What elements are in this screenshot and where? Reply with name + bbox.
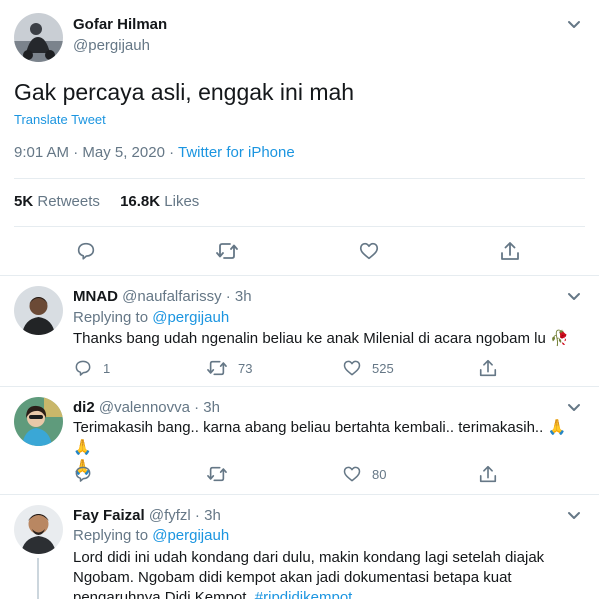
replying-to-label: Replying to [73,527,153,544]
author-name[interactable]: Fay Faizal [73,507,145,524]
divider [14,226,585,227]
hashtag-link[interactable]: #ripdidikempot [255,589,353,599]
retweets-stat[interactable]: 5K Retweets [14,193,100,210]
author-handle[interactable]: @naufalfarissy · 3h [122,288,251,305]
likes-count: 16.8K [120,193,161,210]
tweet-source[interactable]: Twitter for iPhone [178,144,295,161]
reply-count: 1 [103,360,111,376]
author-handle[interactable]: @fyfzl · 3h [149,507,221,524]
retweet-icon [216,243,238,259]
replying-to-handle[interactable]: @pergijauh [152,309,229,326]
main-tweet: Gofar Hilman @pergijauh Gak percaya asli… [0,0,599,276]
rose-emoji: 🥀 [550,330,569,347]
heart-icon [343,466,361,482]
reply-icon [75,360,91,376]
reply-header: Fay Faizal @fyfzl · 3h [73,507,221,524]
reply-button[interactable] [75,240,97,262]
share-button[interactable] [478,463,498,485]
like-count: 525 [372,360,394,376]
chevron-down-icon[interactable] [564,14,584,34]
reply-text: Lord didi ini udah kondang dari dulu, ma… [73,548,588,599]
reply-tweet[interactable]: MNAD @naufalfarissy · 3h Replying to @pe… [0,276,599,386]
tweet-stats: 5K Retweets 16.8K Likes [14,193,199,210]
retweet-button[interactable] [206,464,238,484]
author-name[interactable]: Gofar Hilman [73,16,167,33]
retweets-count: 5K [14,193,34,210]
avatar[interactable] [14,505,63,554]
retweet-count: 73 [238,360,253,376]
replying-to-handle[interactable]: @pergijauh [152,527,229,544]
like-button[interactable]: 525 [342,358,394,378]
author-name[interactable]: di2 [73,399,95,416]
reply-tweet[interactable]: di2 @valennovva · 3h Terimakasih bang.. … [0,387,599,494]
reply-button[interactable]: 1 [73,358,110,378]
avatar[interactable] [14,13,63,62]
likes-label: Likes [164,193,200,210]
likes-stat[interactable]: 16.8K Likes [120,193,199,210]
reply-text: Thanks bang udah ngenalin beliau ke anak… [73,329,569,349]
replying-to: Replying to @pergijauh [73,527,229,544]
heart-icon [359,242,379,260]
thread-line [37,558,39,599]
avatar[interactable] [14,397,63,446]
chevron-down-icon[interactable] [564,286,584,306]
retweets-label: Retweets [37,193,100,210]
reply-body: Terimakasih bang.. karna abang beliau be… [73,419,548,436]
share-button[interactable] [478,357,498,379]
reply-button[interactable] [73,464,103,484]
reply-tweet[interactable]: Fay Faizal @fyfzl · 3h Replying to @perg… [0,495,599,599]
reply-body: Thanks bang udah ngenalin beliau ke anak… [73,330,550,347]
retweet-icon [207,466,227,482]
translate-tweet-link[interactable]: Translate Tweet [14,112,106,127]
divider [14,178,585,179]
reply-text: Terimakasih bang.. karna abang beliau be… [73,418,583,478]
tweet-timestamp: 9:01 AM · May 5, 2020 · Twitter for iPho… [14,144,295,161]
reply-header: di2 @valennovva · 3h [73,399,220,416]
share-icon [479,465,497,483]
author-handle[interactable]: @valennovva · 3h [99,399,220,416]
tweet-text: Gak percaya asli, enggak ini mah [14,79,355,105]
reply-line: Ngobam. Ngobam didi kempot akan jadi dok… [73,569,512,586]
reply-icon [77,242,95,260]
chevron-down-icon[interactable] [564,505,584,525]
share-button[interactable] [499,239,521,263]
share-icon [501,242,519,260]
like-button[interactable] [358,240,380,262]
reply-header: MNAD @naufalfarissy · 3h [73,288,252,305]
retweet-button[interactable] [215,240,239,262]
reply-icon [75,466,91,482]
chevron-down-icon[interactable] [564,397,584,417]
share-icon [479,359,497,377]
like-button[interactable]: 80 [342,464,386,484]
author-name[interactable]: MNAD [73,288,118,305]
pray-emoji: 🙏 [73,459,92,476]
like-count: 80 [372,466,387,482]
retweet-icon [207,360,227,376]
reply-line: pengaruhnya Didi Kempot. [73,589,255,599]
replying-to-label: Replying to [73,309,153,326]
author-handle[interactable]: @pergijauh [73,37,150,54]
replying-to: Replying to @pergijauh [73,309,229,326]
heart-icon [343,360,361,376]
avatar[interactable] [14,286,63,335]
retweet-button[interactable]: 73 [206,358,252,378]
reply-line: Lord didi ini udah kondang dari dulu, ma… [73,549,545,566]
tweet-time[interactable]: 9:01 AM · May 5, 2020 · [14,144,178,161]
